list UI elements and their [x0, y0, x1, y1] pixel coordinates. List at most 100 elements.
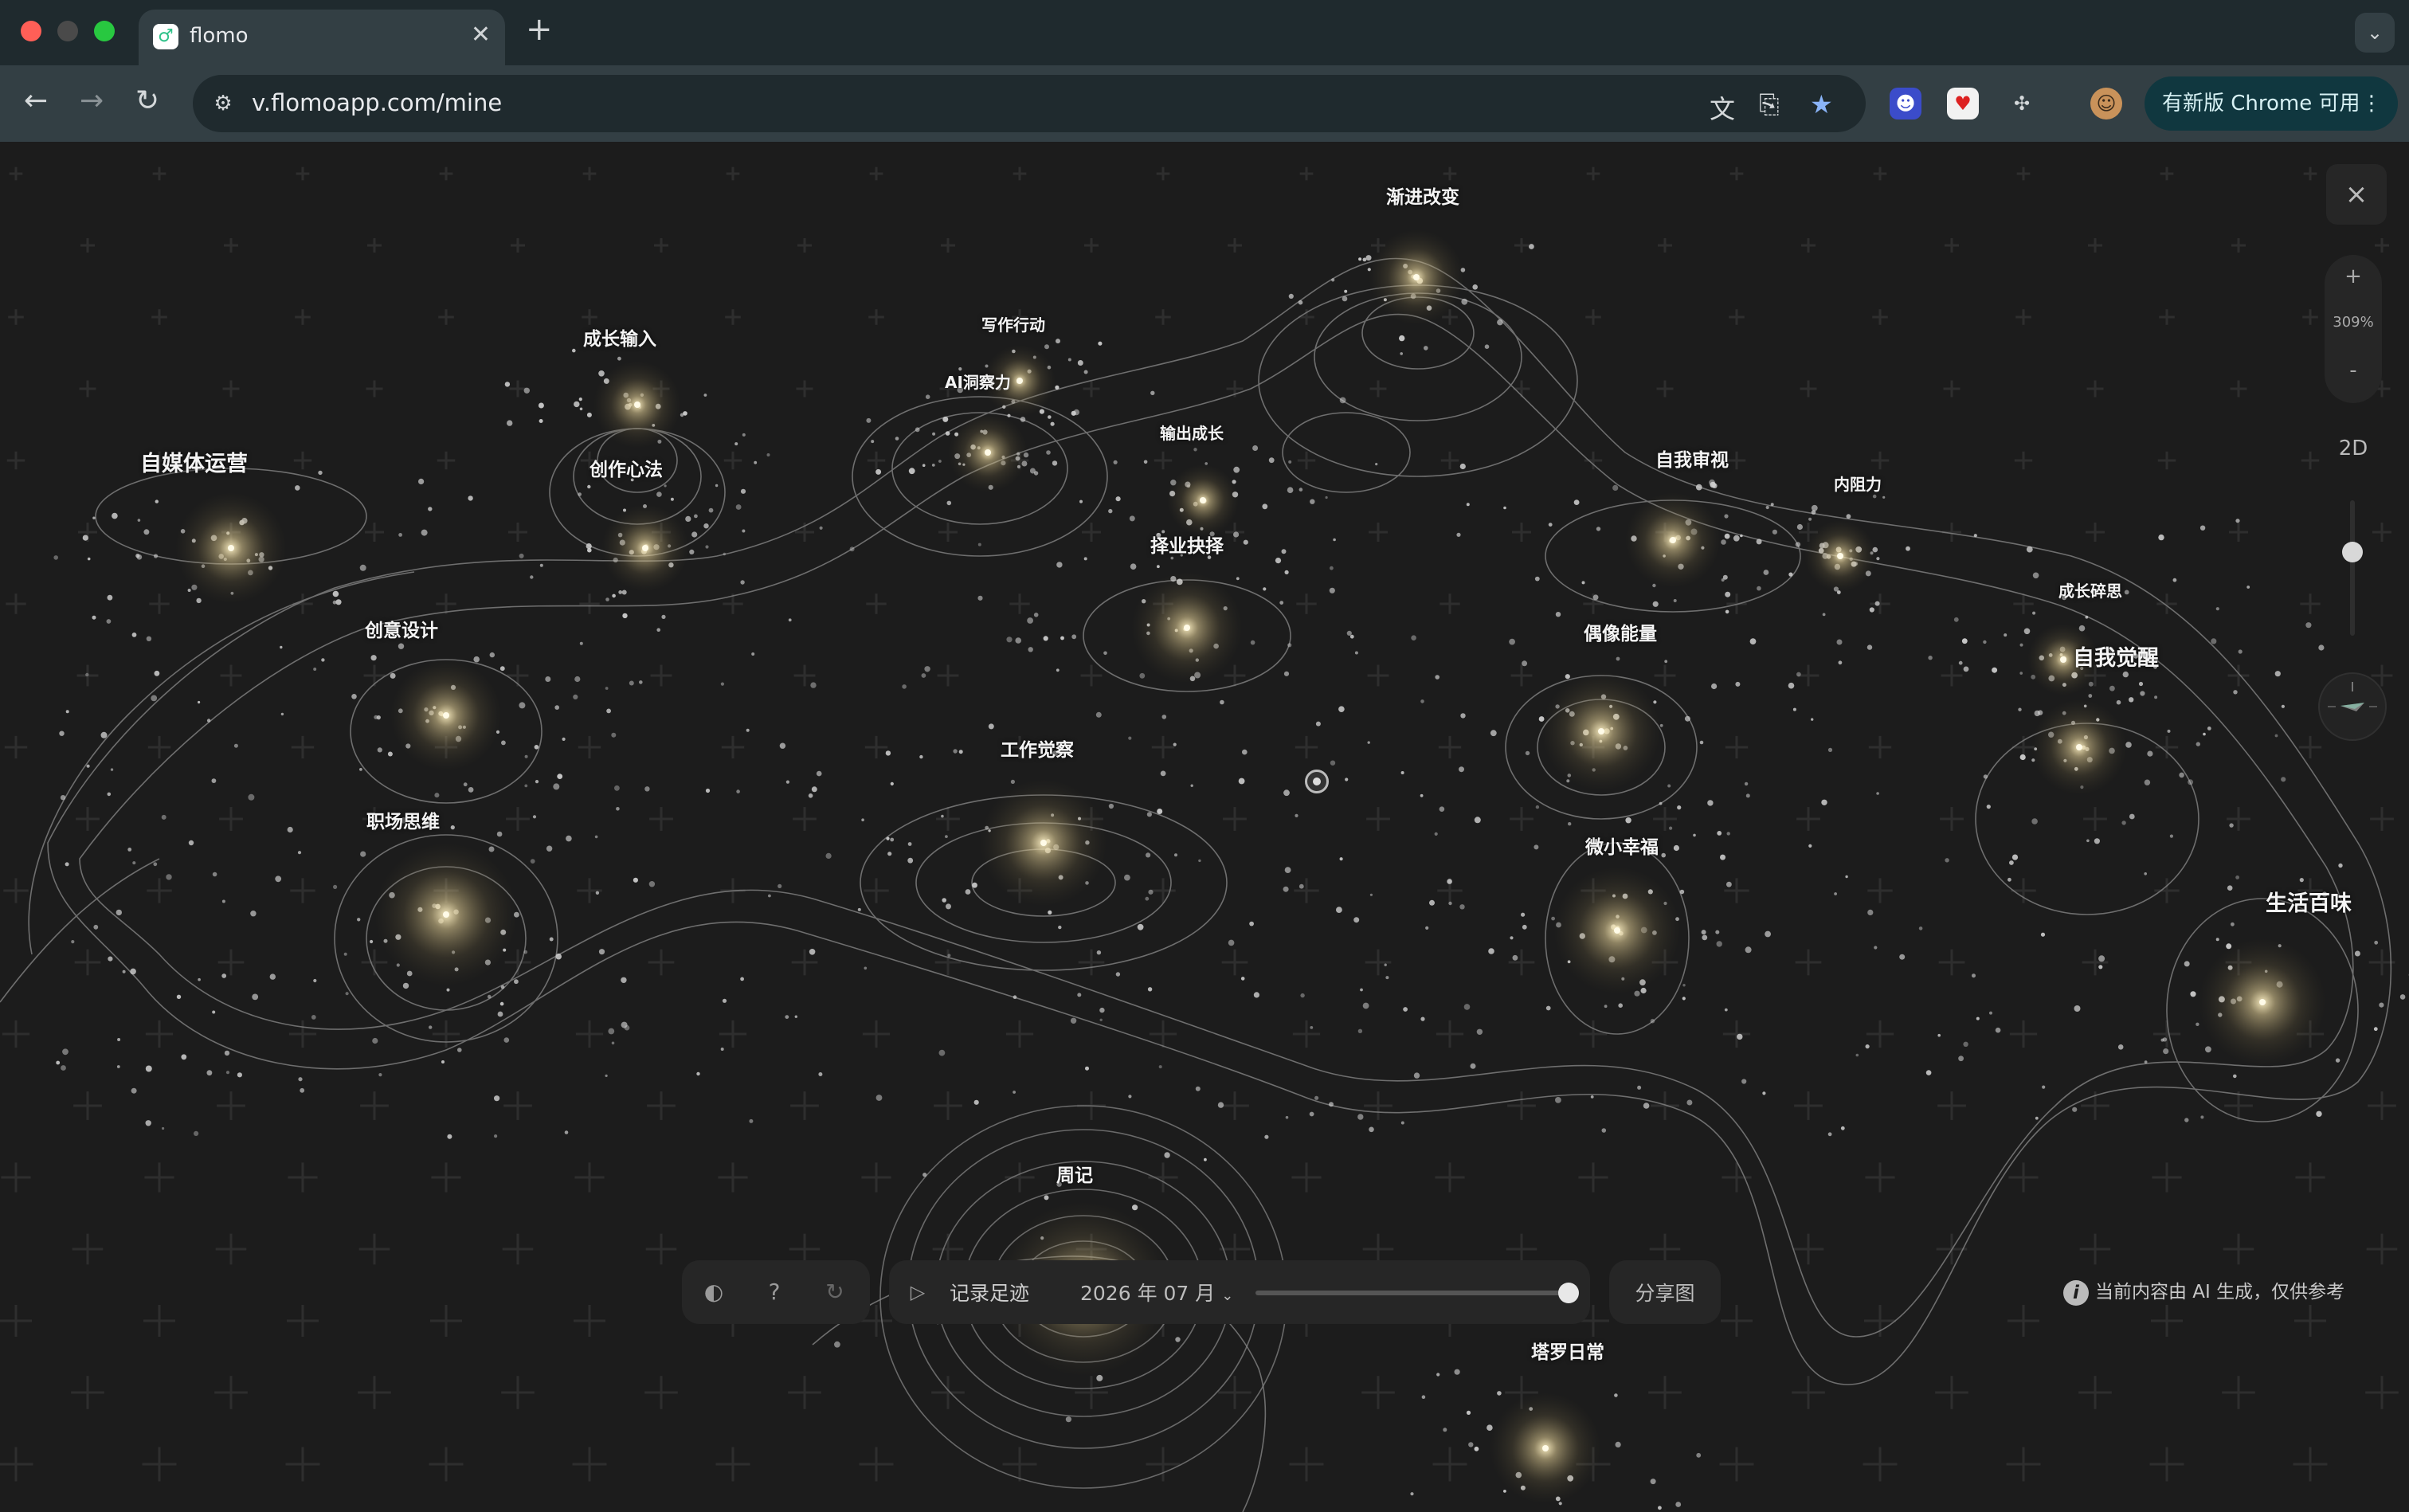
grid-cross [2, 1020, 30, 1048]
refresh-icon[interactable]: ↻ [819, 1276, 851, 1308]
grid-cross [9, 166, 23, 181]
grid-cross [573, 1304, 606, 1338]
site-info-icon[interactable]: ⚙ [207, 88, 239, 119]
note-dot [1874, 946, 1878, 950]
note-dot [468, 787, 474, 793]
help-icon[interactable]: ? [758, 1276, 790, 1308]
note-dot [107, 594, 113, 601]
tilt-slider-knob[interactable] [2342, 542, 2363, 562]
topic-label[interactable]: 成长碎思 [2058, 578, 2122, 601]
grid-cross [223, 237, 239, 253]
maximize-window-button[interactable] [94, 21, 115, 41]
note-dot [1085, 1066, 1089, 1071]
view-mode-toggle[interactable]: 2D [2325, 437, 2382, 460]
install-app-icon[interactable]: ⎘ [1759, 89, 1780, 120]
note-dot [742, 529, 746, 533]
topic-label[interactable]: 偶像能量 [1584, 618, 1657, 645]
topic-label[interactable]: 创意设计 [365, 615, 438, 642]
timeline-knob[interactable] [1558, 1283, 1579, 1303]
tab-search-button[interactable]: ⌄ [2355, 13, 2395, 53]
note-dot [816, 770, 822, 777]
extensions-puzzle-icon[interactable]: ✣ [2006, 88, 2038, 119]
play-icon[interactable]: ▷ [902, 1276, 934, 1308]
note-dot [1928, 656, 1933, 660]
compass-icon[interactable] [2318, 672, 2387, 741]
back-button[interactable]: ← [24, 84, 48, 117]
note-dot [146, 636, 152, 641]
topic-label[interactable]: 创作心法 [590, 454, 663, 481]
note-dot [1695, 484, 1702, 491]
note-dot [1463, 1004, 1471, 1010]
bookmark-star-icon[interactable]: ★ [1810, 89, 1833, 119]
browser-tab[interactable]: ♂ flomo ✕ [139, 10, 505, 65]
note-dot [885, 750, 891, 756]
zoom-in-button[interactable]: + [2325, 264, 2382, 288]
note-dot [1174, 853, 1177, 857]
topic-label[interactable]: 微小幸福 [1585, 832, 1659, 859]
current-position-marker[interactable] [1305, 770, 1329, 793]
zoom-out-button[interactable]: - [2325, 358, 2382, 382]
topic-label[interactable]: AI洞察力 [945, 370, 1011, 393]
note-dot [1357, 1114, 1364, 1120]
topic-label[interactable]: 自媒体运营 [140, 446, 248, 477]
note-dot [1721, 578, 1725, 582]
date-select[interactable]: 2026 年 07 月 ⌄ [1080, 1278, 1233, 1306]
url-text[interactable]: v.flomoapp.com/mine [252, 89, 502, 116]
note-dot [2094, 838, 2100, 844]
grid-cross [1586, 166, 1600, 181]
topic-label[interactable]: 渐进改变 [1386, 182, 1459, 209]
note-dot [206, 1070, 213, 1076]
note-dot [2199, 525, 2206, 531]
note-dot [1056, 668, 1060, 672]
share-button[interactable]: 分享图 [1609, 1260, 1721, 1324]
tilt-slider-track[interactable] [2350, 500, 2355, 636]
grid-cross [2301, 451, 2320, 470]
note-dot [1330, 760, 1336, 766]
note-dot [1725, 591, 1731, 597]
topic-label[interactable]: 写作行动 [981, 312, 1045, 335]
timeline-track[interactable] [1255, 1291, 1571, 1295]
note-dot [1601, 1128, 1607, 1133]
topic-label[interactable]: 周记 [1056, 1160, 1093, 1187]
grid-cross [864, 878, 889, 903]
close-map-button[interactable]: × [2326, 164, 2387, 225]
chrome-update-button[interactable]: 有新版 Chrome 可用 ⋮ [2145, 76, 2398, 131]
note-dot [1056, 562, 1063, 568]
topic-label[interactable]: 成长输入 [583, 323, 656, 351]
forward-button[interactable]: → [80, 84, 104, 117]
topic-label[interactable]: 自我审视 [1655, 445, 1729, 472]
tab-close-icon[interactable]: ✕ [471, 21, 491, 49]
note-dot [734, 442, 738, 446]
topic-label[interactable]: 输出成长 [1160, 421, 1224, 444]
topic-core [1614, 927, 1620, 934]
play-label[interactable]: 记录足迹 [950, 1278, 1029, 1306]
note-dot [538, 402, 544, 409]
topic-label[interactable]: 内阻力 [1834, 472, 1882, 495]
address-bar[interactable]: ⚙ v.flomoapp.com/mine 文 ⎘ ★ [193, 75, 1866, 132]
grid-cross [2302, 309, 2318, 325]
topic-label[interactable]: 择业抉择 [1150, 531, 1224, 558]
profile-avatar[interactable]: ☺ [2090, 88, 2122, 119]
reload-button[interactable]: ↻ [135, 84, 159, 117]
extension-icon-2[interactable]: ♥ [1947, 88, 1979, 119]
palette-icon[interactable]: ◐ [698, 1276, 730, 1308]
note-dot [93, 924, 99, 930]
topic-label[interactable]: 工作觉察 [1001, 734, 1074, 762]
topic-label[interactable]: 塔罗日常 [1531, 1337, 1604, 1364]
minimize-window-button[interactable] [57, 21, 78, 41]
grid-cross [508, 523, 527, 542]
topic-label[interactable]: 职场思维 [366, 806, 440, 833]
extension-icon-1[interactable]: ☻ [1890, 88, 1921, 119]
topic-label[interactable]: 生活百味 [2266, 886, 2352, 917]
topic-core [1542, 1445, 1549, 1451]
grid-cross [868, 309, 884, 325]
translate-icon[interactable]: 文 [1710, 89, 1735, 126]
topic-label[interactable]: 自我觉醒 [2073, 640, 2159, 672]
new-tab-button[interactable]: + [526, 11, 553, 48]
note-dot [1604, 1005, 1608, 1009]
more-menu-icon[interactable]: ⋮ [2361, 76, 2382, 131]
knowledge-map[interactable]: 渐进改变 成长输入 写作行动 AI洞察力 输出成长 自媒体运营 创作心法 择业抉… [0, 142, 2409, 1512]
note-dot [523, 950, 528, 954]
note-dot [1788, 682, 1795, 689]
close-window-button[interactable] [21, 21, 41, 41]
